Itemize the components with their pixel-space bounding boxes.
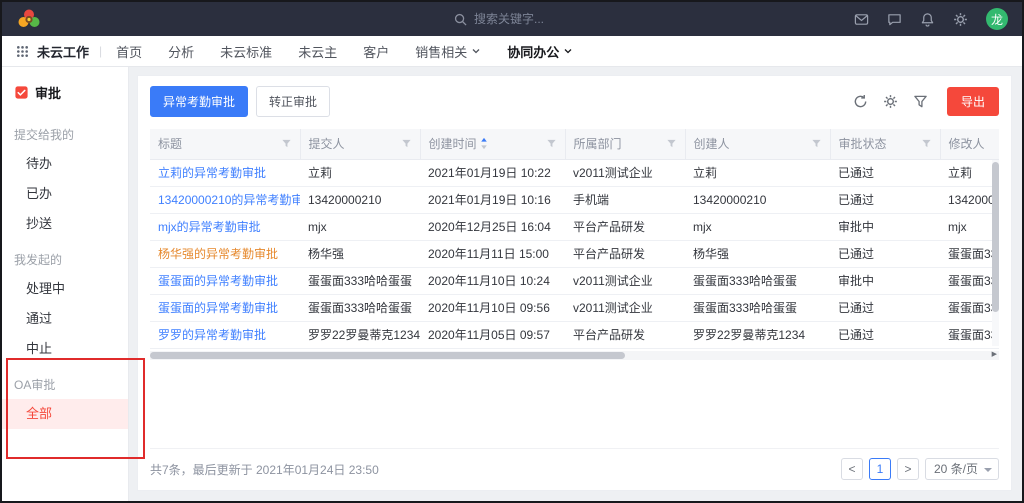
- filter-icon[interactable]: [546, 138, 557, 149]
- column-header[interactable]: 标题: [150, 129, 300, 159]
- row-title-link[interactable]: 13420000210的异常考勤审批: [158, 193, 300, 207]
- refresh-button[interactable]: [853, 94, 868, 109]
- table-row[interactable]: 罗罗的异常考勤审批罗罗22罗曼蒂克12342020年11月05日 09:57平台…: [150, 321, 999, 348]
- row-title-link[interactable]: 杨华强的异常考勤审批: [158, 247, 278, 261]
- prev-page-button[interactable]: <: [841, 458, 863, 480]
- table-row[interactable]: 13420000210的异常考勤审批134200002102021年01月19日…: [150, 186, 999, 213]
- app-window: 龙 未云工作 | 首页分析未云标准未云主客户销售相关协同办公 审批 提交给我的待…: [0, 0, 1024, 503]
- apps-grid-icon[interactable]: [16, 45, 29, 58]
- sort-icon[interactable]: [480, 137, 488, 150]
- table-body: 立莉的异常考勤审批立莉2021年01月19日 10:22v2011测试企业立莉已…: [150, 159, 999, 348]
- row-title-link[interactable]: 罗罗的异常考勤审批: [158, 328, 266, 342]
- main-panel: 异常考勤审批转正审批 导出: [129, 67, 1022, 501]
- vertical-scrollbar[interactable]: [992, 160, 999, 346]
- sidebar-item[interactable]: 已办: [2, 179, 128, 209]
- chat-icon[interactable]: [887, 12, 902, 27]
- sidebar-section-label: 提交给我的: [2, 114, 128, 149]
- search-icon: [454, 13, 467, 26]
- sidebar-item[interactable]: 处理中: [2, 274, 128, 304]
- filter-icon[interactable]: [281, 138, 292, 149]
- page-number[interactable]: 1: [869, 458, 891, 480]
- nav-item-7[interactable]: 协同办公: [507, 36, 573, 67]
- sidebar-item[interactable]: 全部: [2, 399, 128, 429]
- filter-button[interactable]: [913, 94, 928, 109]
- search-input[interactable]: [474, 12, 644, 26]
- card-footer: 共7条，最后更新于 2021年01月24日 23:50 < 1 > 20 条/页: [150, 448, 999, 480]
- nav-item-1[interactable]: 首页: [116, 36, 142, 67]
- column-header[interactable]: 提交人: [300, 129, 420, 159]
- view-tabs: 异常考勤审批转正审批: [150, 86, 338, 117]
- topbar: 龙: [2, 2, 1022, 36]
- column-header[interactable]: 修改人: [940, 129, 999, 159]
- bell-icon[interactable]: [920, 12, 935, 27]
- record-summary: 共7条，最后更新于 2021年01月24日 23:50: [150, 461, 379, 478]
- content-area: 审批 提交给我的待办已办抄送我发起的处理中通过中止OA审批全部 异常考勤审批转正…: [2, 67, 1022, 501]
- sidebar-item[interactable]: 通过: [2, 304, 128, 334]
- row-title-link[interactable]: 蛋蛋面的异常考勤审批: [158, 274, 278, 288]
- sidebar-section-label: 我发起的: [2, 239, 128, 274]
- table-row[interactable]: 立莉的异常考勤审批立莉2021年01月19日 10:22v2011测试企业立莉已…: [150, 159, 999, 186]
- nav-item-5[interactable]: 客户: [363, 36, 389, 67]
- tab-1[interactable]: 异常考勤审批: [150, 86, 248, 117]
- sidebar-header: 审批: [2, 77, 128, 114]
- approval-icon: [14, 85, 29, 100]
- table-header-row: 标题提交人创建时间所属部门创建人审批状态修改人: [150, 129, 999, 159]
- chevron-down-icon: [563, 46, 573, 56]
- global-search[interactable]: [454, 2, 644, 36]
- chevron-down-icon: [471, 46, 481, 56]
- toolbar: 异常考勤审批转正审批 导出: [150, 86, 999, 117]
- table-wrap: 标题提交人创建时间所属部门创建人审批状态修改人 立莉的异常考勤审批立莉2021年…: [150, 129, 999, 360]
- sidebar-section-label: OA审批: [2, 364, 128, 399]
- page-size-select[interactable]: 20 条/页: [925, 458, 999, 480]
- tab-2[interactable]: 转正审批: [256, 86, 330, 117]
- horizontal-scrollbar[interactable]: ▶: [150, 351, 999, 360]
- export-button[interactable]: 导出: [947, 87, 999, 116]
- mail-icon[interactable]: [854, 12, 869, 27]
- workspace-title: 未云工作: [37, 42, 89, 61]
- column-header[interactable]: 审批状态: [830, 129, 940, 159]
- table-row[interactable]: 蛋蛋面的异常考勤审批蛋蛋面333哈哈蛋蛋2020年11月10日 10:24v20…: [150, 267, 999, 294]
- settings-button[interactable]: [883, 94, 898, 109]
- filter-icon[interactable]: [401, 138, 412, 149]
- table-row[interactable]: 杨华强的异常考勤审批杨华强2020年11月11日 15:00平台产品研发杨华强已…: [150, 240, 999, 267]
- horizontal-scroll-thumb[interactable]: [150, 352, 625, 359]
- nav-item-3[interactable]: 未云标准: [220, 36, 272, 67]
- sidebar-item[interactable]: 抄送: [2, 209, 128, 239]
- topbar-actions: 龙: [854, 8, 1008, 30]
- filter-icon[interactable]: [811, 138, 822, 149]
- next-page-button[interactable]: >: [897, 458, 919, 480]
- nav-list: 首页分析未云标准未云主客户销售相关协同办公: [116, 36, 573, 67]
- table-row[interactable]: mjx的异常考勤审批mjx2020年12月25日 16:04平台产品研发mjx审…: [150, 213, 999, 240]
- nav-item-4[interactable]: 未云主: [298, 36, 337, 67]
- row-title-link[interactable]: mjx的异常考勤审批: [158, 220, 261, 234]
- nav-item-2[interactable]: 分析: [168, 36, 194, 67]
- column-header[interactable]: 创建时间: [420, 129, 565, 159]
- approval-card: 异常考勤审批转正审批 导出: [137, 75, 1012, 491]
- approval-table: 标题提交人创建时间所属部门创建人审批状态修改人 立莉的异常考勤审批立莉2021年…: [150, 129, 999, 349]
- row-title-link[interactable]: 立莉的异常考勤审批: [158, 166, 266, 180]
- table-row[interactable]: 蛋蛋面的异常考勤审批蛋蛋面333哈哈蛋蛋2020年11月10日 09:56v20…: [150, 294, 999, 321]
- pagination: < 1 > 20 条/页: [841, 458, 999, 480]
- filter-icon[interactable]: [666, 138, 677, 149]
- scroll-right-arrow[interactable]: ▶: [992, 350, 997, 359]
- sidebar: 审批 提交给我的待办已办抄送我发起的处理中通过中止OA审批全部: [2, 67, 129, 501]
- nav-item-6[interactable]: 销售相关: [415, 36, 481, 67]
- sidebar-title: 审批: [35, 83, 61, 102]
- sidebar-sections: 提交给我的待办已办抄送我发起的处理中通过中止OA审批全部: [2, 114, 128, 429]
- toolbar-actions: 导出: [853, 87, 999, 116]
- row-title-link[interactable]: 蛋蛋面的异常考勤审批: [158, 301, 278, 315]
- column-header[interactable]: 创建人: [685, 129, 830, 159]
- sidebar-item[interactable]: 中止: [2, 334, 128, 364]
- sidebar-item[interactable]: 待办: [2, 149, 128, 179]
- vertical-scroll-thumb[interactable]: [992, 162, 999, 312]
- app-logo[interactable]: [16, 8, 42, 30]
- filter-icon[interactable]: [921, 138, 932, 149]
- user-avatar[interactable]: 龙: [986, 8, 1008, 30]
- main-nav: 未云工作 | 首页分析未云标准未云主客户销售相关协同办公: [2, 36, 1022, 67]
- nav-divider: |: [99, 44, 102, 58]
- gear-icon[interactable]: [953, 12, 968, 27]
- column-header[interactable]: 所属部门: [565, 129, 685, 159]
